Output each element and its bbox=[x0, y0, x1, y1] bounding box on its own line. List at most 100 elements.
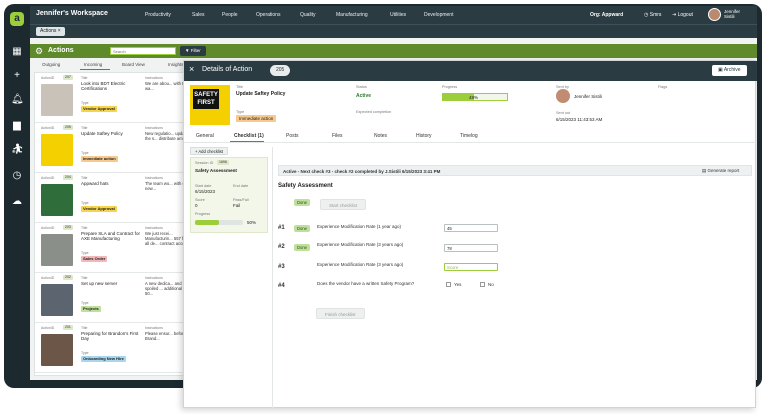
action-id-badge: 205 bbox=[63, 125, 73, 130]
yes-label: Yes bbox=[454, 282, 462, 287]
tab-files[interactable]: Files bbox=[332, 133, 343, 139]
user-name[interactable]: Jennifer Sistili bbox=[724, 9, 740, 19]
nav-manufacturing[interactable]: Manufacturing bbox=[336, 12, 368, 18]
type-chip: Immediate action bbox=[236, 115, 277, 122]
type-label: Type bbox=[81, 201, 89, 205]
generate-report-button[interactable]: ▤ Generate report bbox=[699, 167, 742, 175]
instructions-label: Instructions bbox=[145, 126, 163, 130]
question-3-input[interactable]: Score bbox=[444, 263, 498, 271]
action-title: Set up new server bbox=[81, 281, 118, 286]
nav-development[interactable]: Development bbox=[424, 12, 453, 18]
instructions-label: Instructions bbox=[145, 326, 163, 330]
nav-quality[interactable]: Quality bbox=[300, 12, 316, 18]
score-label: Score bbox=[195, 198, 205, 202]
nav-people[interactable]: People bbox=[222, 12, 238, 18]
left-rail: a ▦ + 🔔︎ ▆ ⛹︎ ◷ ☁︎ bbox=[4, 4, 30, 388]
tab-timelog[interactable]: Timelog bbox=[460, 133, 478, 139]
title-label: Title bbox=[81, 326, 88, 330]
action-id-label: ActionID bbox=[41, 126, 55, 130]
action-thumbnail bbox=[41, 184, 73, 216]
tab-checklist[interactable]: Checklist (1) bbox=[234, 133, 264, 139]
start-checklist-button[interactable]: Start checklist bbox=[320, 199, 367, 210]
tab-history[interactable]: History bbox=[416, 133, 432, 139]
tab-insights[interactable]: Insights bbox=[168, 62, 184, 67]
archive-button[interactable]: ▣ Archive bbox=[712, 65, 747, 76]
actions-tab-chip[interactable]: Actions × bbox=[36, 27, 65, 36]
tab-posts[interactable]: Posts bbox=[286, 133, 299, 139]
question-2-text: Experience Modification Rate (3 years ag… bbox=[317, 242, 404, 247]
workspace-title: Jennifer's Workspace bbox=[36, 10, 108, 17]
start-done-chip: Done bbox=[294, 199, 311, 206]
finish-checklist-button[interactable]: Finish checklist bbox=[316, 308, 365, 319]
type-chip: Immediate action bbox=[81, 156, 118, 162]
filter-button[interactable]: ▼ Filter bbox=[180, 46, 206, 56]
action-id-badge: 207 bbox=[63, 75, 73, 80]
type-label: Type bbox=[81, 151, 89, 155]
tab-incoming[interactable]: Incoming bbox=[84, 62, 102, 67]
safety-sign: SAFETY FIRST bbox=[193, 89, 219, 109]
question-1-input[interactable]: 45 bbox=[444, 224, 498, 232]
grid-icon[interactable]: ▦ bbox=[11, 46, 23, 58]
session-id-badge: 1696 bbox=[217, 160, 229, 165]
tabs-divider bbox=[184, 142, 757, 143]
action-title: Look into BDT Electric Certifications bbox=[81, 81, 126, 91]
tab-notes[interactable]: Notes bbox=[374, 133, 387, 139]
card-progress-text: 50% bbox=[247, 220, 257, 225]
chat-icon[interactable]: ▆ bbox=[11, 120, 23, 132]
close-icon[interactable]: × bbox=[189, 64, 194, 74]
org-label[interactable]: Org: Appward bbox=[590, 12, 623, 18]
sender-name: Jennifer Sistili bbox=[574, 94, 602, 99]
tab-board-view[interactable]: Board View bbox=[122, 62, 145, 67]
action-thumbnail bbox=[41, 84, 73, 116]
status-banner-text: Active - Next check #3 - check #2 comple… bbox=[283, 169, 441, 174]
question-4-text: Does the vendor have a written Safety Pr… bbox=[317, 281, 415, 286]
tab-general[interactable]: General bbox=[196, 133, 214, 139]
pass-fail-label: Pass/Fail bbox=[233, 198, 249, 202]
clock-icon[interactable]: ◷ bbox=[11, 170, 23, 182]
user-avatar[interactable] bbox=[708, 8, 721, 21]
card-progress-label: Progress bbox=[195, 212, 211, 216]
no-checkbox[interactable] bbox=[480, 282, 485, 287]
title-label: Title bbox=[81, 176, 88, 180]
nav-operations[interactable]: Operations bbox=[256, 12, 280, 18]
type-label: Type bbox=[81, 301, 89, 305]
archive-label: Archive bbox=[723, 67, 741, 73]
top-nav: Jennifer's Workspace Productivity Sales … bbox=[30, 6, 757, 24]
question-3-text: Experience Modification Rate (3 years ag… bbox=[317, 262, 404, 267]
action-number-badge: 205 bbox=[270, 65, 291, 76]
type-chip: Sales Order bbox=[81, 256, 108, 262]
search-input[interactable] bbox=[110, 47, 176, 55]
app-logo-icon[interactable]: a bbox=[10, 12, 24, 26]
type-chip: Projects bbox=[81, 306, 101, 312]
question-2-input[interactable]: 78 bbox=[444, 244, 498, 252]
session-id-label: Session ID bbox=[195, 161, 214, 165]
nav-utilities[interactable]: Utilities bbox=[390, 12, 406, 18]
incoming-underline bbox=[80, 69, 110, 70]
nav-productivity[interactable]: Productivity bbox=[145, 12, 171, 18]
question-4-number: #4 bbox=[278, 283, 285, 289]
action-id-label: ActionID bbox=[41, 176, 55, 180]
checklist-card[interactable]: Session ID 1696 Safety Assessment Start … bbox=[190, 157, 268, 233]
type-label: Type bbox=[236, 110, 245, 114]
action-title: Preparing for Brandon's First Day bbox=[81, 331, 139, 341]
bell-icon[interactable]: 🔔︎ bbox=[11, 94, 24, 106]
action-id-label: ActionID bbox=[41, 226, 55, 230]
logout-button[interactable]: ⇥ Logout bbox=[672, 12, 693, 18]
action-id-label: ActionID bbox=[41, 276, 55, 280]
flags-label: Flags bbox=[658, 85, 668, 89]
smrs-link[interactable]: ◷ Smrs bbox=[644, 12, 661, 18]
type-label: Type bbox=[81, 351, 89, 355]
tab-outgoing[interactable]: Outgoing bbox=[42, 62, 60, 67]
add-checklist-button[interactable]: + Add checklist bbox=[190, 147, 229, 155]
end-date-label: End date bbox=[233, 184, 249, 188]
sender-avatar bbox=[556, 89, 570, 103]
action-thumbnail bbox=[41, 134, 73, 166]
instructions-label: Instructions bbox=[145, 226, 163, 230]
nav-sales[interactable]: Sales bbox=[192, 12, 205, 18]
yes-checkbox[interactable] bbox=[446, 282, 451, 287]
run-icon[interactable]: ⛹︎ bbox=[11, 144, 24, 156]
no-label: No bbox=[488, 282, 494, 287]
cloud-upload-icon[interactable]: ☁︎ bbox=[11, 196, 23, 208]
question-2-number: #2 bbox=[278, 244, 285, 250]
plus-icon[interactable]: + bbox=[11, 70, 23, 82]
